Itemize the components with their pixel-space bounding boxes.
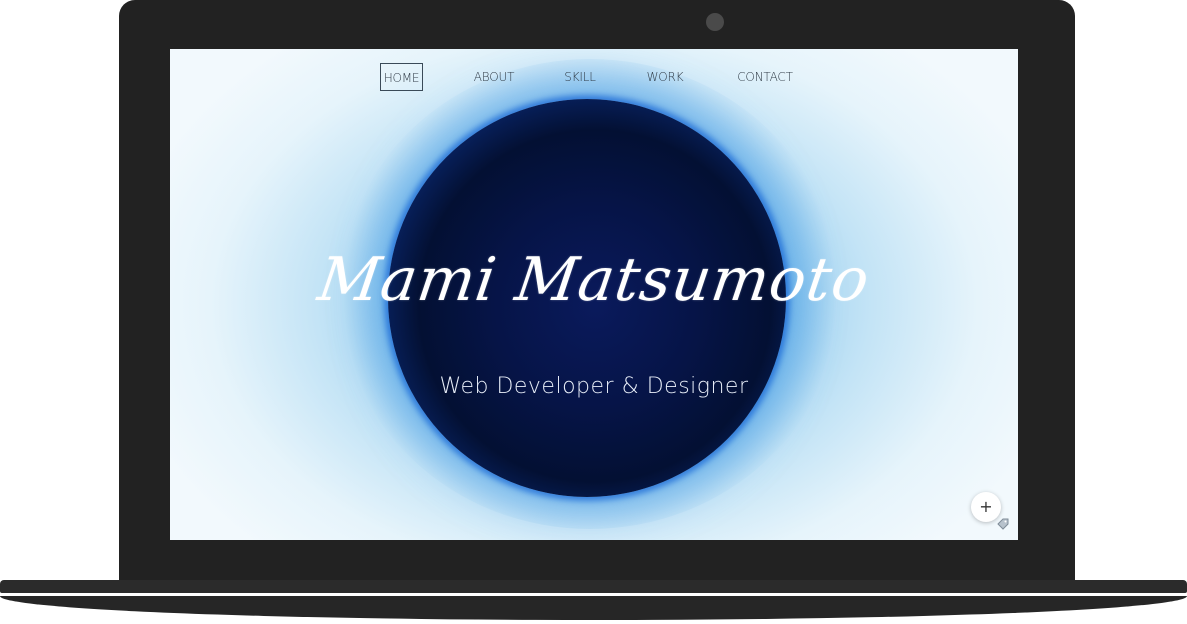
nav-work[interactable]: WORK (645, 63, 685, 91)
laptop-base-top (0, 580, 1187, 593)
nav-skill[interactable]: SKILL (563, 63, 597, 91)
hero-title: Mami Matsumoto (313, 245, 875, 315)
website-screen: HOME ABOUT SKILL WORK CONTACT Mami Matsu… (170, 49, 1018, 540)
nav-about[interactable]: ABOUT (469, 63, 519, 91)
laptop-base-bottom (0, 596, 1187, 620)
laptop-mockup: HOME ABOUT SKILL WORK CONTACT Mami Matsu… (0, 0, 1187, 624)
main-nav: HOME ABOUT SKILL WORK CONTACT (170, 63, 1018, 93)
hero-subtitle: Web Developer & Designer (439, 374, 749, 399)
plus-icon: + (979, 497, 993, 516)
nav-contact[interactable]: CONTACT (736, 63, 794, 91)
nav-home[interactable]: HOME (380, 63, 423, 91)
webcam-icon (706, 13, 724, 31)
tag-icon (997, 518, 1009, 530)
